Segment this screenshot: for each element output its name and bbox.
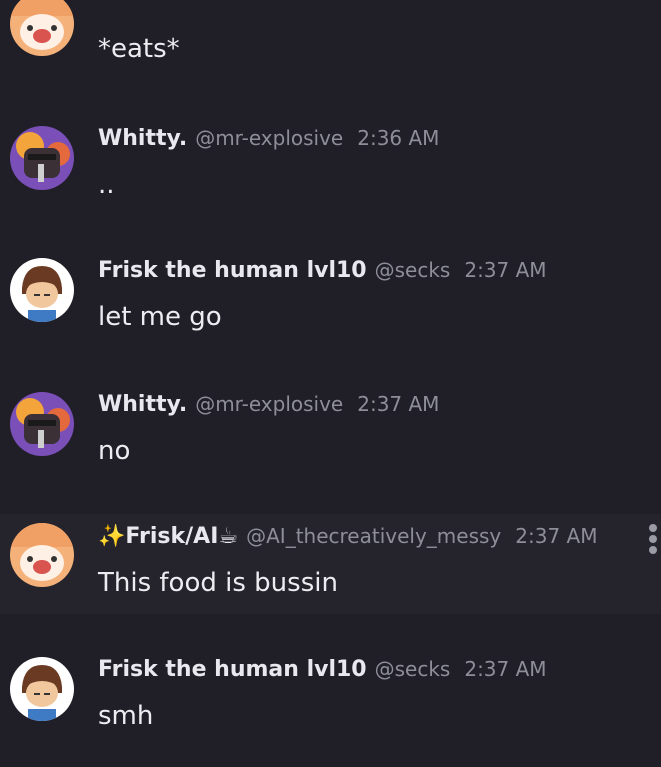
avatar[interactable] xyxy=(10,258,74,322)
author-name[interactable]: Whitty. xyxy=(98,126,187,151)
message-text: .. xyxy=(98,170,115,200)
message-text: *eats* xyxy=(98,34,180,64)
message-item: Whitty. @mr-explosive 2:37 AM no xyxy=(0,390,661,500)
timestamp: 2:37 AM xyxy=(515,524,598,548)
author-handle[interactable]: @mr-explosive xyxy=(195,126,343,150)
avatar[interactable] xyxy=(10,523,74,587)
anime-girl-avatar-icon xyxy=(10,523,74,587)
message-text: let me go xyxy=(98,302,222,332)
message-text: This food is bussin xyxy=(98,568,338,598)
message-text: smh xyxy=(98,701,154,731)
avatar[interactable] xyxy=(10,392,74,456)
avatar[interactable] xyxy=(10,126,74,190)
message-text: no xyxy=(98,436,131,466)
author-handle[interactable]: @AI_thecreatively_messy xyxy=(246,524,501,548)
author-name[interactable]: ✨Frisk/AI☕ xyxy=(98,524,238,549)
avatar[interactable] xyxy=(10,0,74,56)
author-handle[interactable]: @secks xyxy=(375,258,451,282)
avatar[interactable] xyxy=(10,657,74,721)
whitty-avatar-icon xyxy=(10,126,74,190)
vertical-ellipsis-icon xyxy=(645,524,661,554)
message-item: Frisk the human lvl10 @secks 2:37 AM smh xyxy=(0,655,661,765)
anime-girl-avatar-icon xyxy=(10,0,74,56)
message-item: *eats* xyxy=(0,0,661,90)
timestamp: 2:37 AM xyxy=(464,657,547,681)
author-name[interactable]: Whitty. xyxy=(98,392,187,417)
more-options-button[interactable] xyxy=(645,524,661,557)
author-handle[interactable]: @mr-explosive xyxy=(195,392,343,416)
author-handle[interactable]: @secks xyxy=(375,657,451,681)
timestamp: 2:37 AM xyxy=(357,392,440,416)
author-name[interactable]: Frisk the human lvl10 xyxy=(98,657,367,682)
message-item: Frisk the human lvl10 @secks 2:37 AM let… xyxy=(0,256,661,366)
timestamp: 2:36 AM xyxy=(357,126,440,150)
message-item: Whitty. @mr-explosive 2:36 AM .. xyxy=(0,124,661,234)
whitty-avatar-icon xyxy=(10,392,74,456)
frisk-avatar-icon xyxy=(10,657,74,721)
message-item-hovered: ✨Frisk/AI☕ @AI_thecreatively_messy 2:37 … xyxy=(0,514,661,614)
timestamp: 2:37 AM xyxy=(464,258,547,282)
author-name[interactable]: Frisk the human lvl10 xyxy=(98,258,367,283)
frisk-avatar-icon xyxy=(10,258,74,322)
